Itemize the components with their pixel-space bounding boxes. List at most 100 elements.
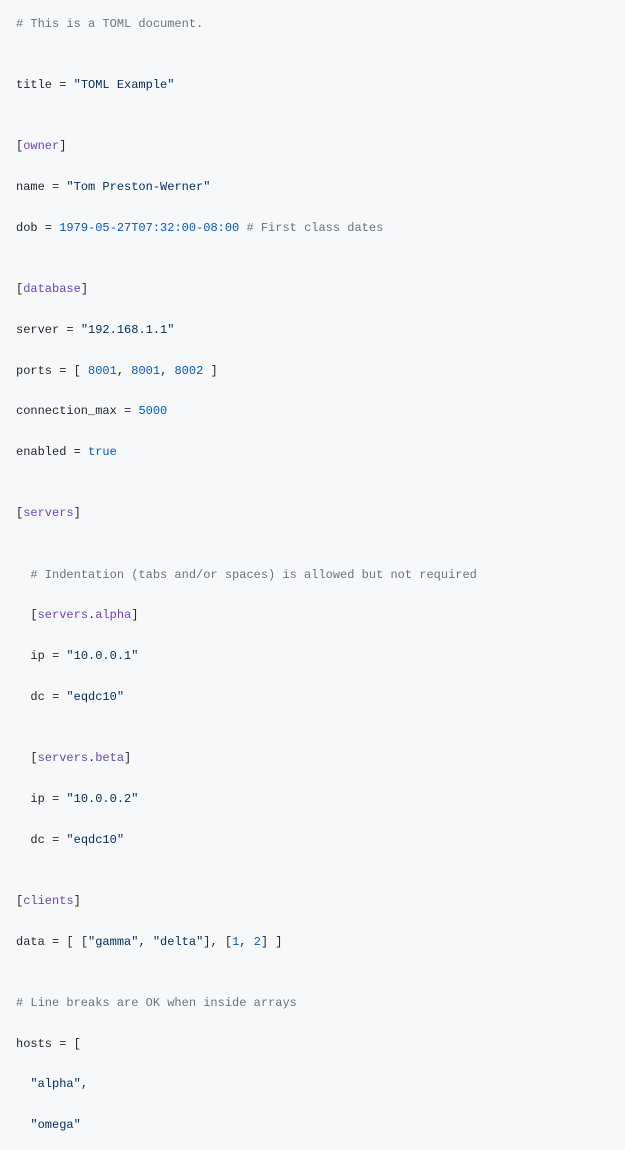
- number: 2: [254, 935, 261, 949]
- key: dc: [30, 833, 44, 847]
- indent: [16, 833, 30, 847]
- code-line: server = "192.168.1.1": [16, 320, 609, 340]
- comment: # This is a TOML document.: [16, 17, 203, 31]
- indent: [16, 1118, 30, 1132]
- string: "eqdc10": [66, 833, 124, 847]
- equals: =: [45, 833, 67, 847]
- string: "10.0.0.1": [66, 649, 138, 663]
- equals: =: [59, 323, 81, 337]
- number: 8001: [131, 364, 160, 378]
- bracket: ]: [124, 751, 131, 765]
- string: "gamma": [88, 935, 138, 949]
- key: name: [16, 180, 45, 194]
- table: owner: [23, 139, 59, 153]
- code-line: dob = 1979-05-27T07:32:00-08:00 # First …: [16, 218, 609, 238]
- number: 8002: [174, 364, 203, 378]
- equals: =: [45, 180, 67, 194]
- code-line: "alpha",: [16, 1074, 609, 1094]
- key: dob: [16, 221, 38, 235]
- indent: [16, 608, 30, 622]
- comma: ,: [138, 935, 152, 949]
- code-line: ip = "10.0.0.1": [16, 646, 609, 666]
- table: servers: [38, 608, 88, 622]
- key: connection_max: [16, 404, 117, 418]
- equals: =: [45, 649, 67, 663]
- dot: .: [88, 751, 95, 765]
- string: "delta": [153, 935, 203, 949]
- table: beta: [95, 751, 124, 765]
- comma: ,: [160, 364, 174, 378]
- bracket: ]: [203, 935, 210, 949]
- key: dc: [30, 690, 44, 704]
- indent: [16, 690, 30, 704]
- table: alpha: [95, 608, 131, 622]
- code-line: [servers]: [16, 503, 609, 523]
- code-line: hosts = [: [16, 1034, 609, 1054]
- table: servers: [38, 751, 88, 765]
- key: title: [16, 78, 52, 92]
- table: servers: [23, 506, 73, 520]
- string: "TOML Example": [74, 78, 175, 92]
- number: 5000: [138, 404, 167, 418]
- string: "192.168.1.1": [81, 323, 175, 337]
- comma: ,: [239, 935, 253, 949]
- bracket: [: [225, 935, 232, 949]
- code-line: [database]: [16, 279, 609, 299]
- dot: .: [88, 608, 95, 622]
- code-line: ports = [ 8001, 8001, 8002 ]: [16, 361, 609, 381]
- equals: =: [52, 364, 74, 378]
- bracket: [: [74, 364, 88, 378]
- comment: # First class dates: [246, 221, 383, 235]
- table: clients: [23, 894, 73, 908]
- indent: [16, 751, 30, 765]
- key: ip: [30, 649, 44, 663]
- bracket: ]: [74, 894, 81, 908]
- code-line: [servers.alpha]: [16, 605, 609, 625]
- key: ports: [16, 364, 52, 378]
- code-line: connection_max = 5000: [16, 401, 609, 421]
- key: ip: [30, 792, 44, 806]
- code-line: # Line breaks are OK when inside arrays: [16, 993, 609, 1013]
- equals: =: [52, 78, 74, 92]
- key: enabled: [16, 445, 66, 459]
- bracket: [: [74, 1037, 81, 1051]
- code-line: dc = "eqdc10": [16, 687, 609, 707]
- bracket: ]: [131, 608, 138, 622]
- string: "omega": [30, 1118, 80, 1132]
- code-line: # This is a TOML document.: [16, 14, 609, 34]
- bracket: ]: [81, 282, 88, 296]
- comment: # Line breaks are OK when inside arrays: [16, 996, 297, 1010]
- bracket: [: [81, 935, 88, 949]
- code-line: data = [ ["gamma", "delta"], [1, 2] ]: [16, 932, 609, 952]
- bracket: ]: [268, 935, 282, 949]
- bracket: [: [66, 935, 80, 949]
- equals: =: [117, 404, 139, 418]
- string: "eqdc10": [66, 690, 124, 704]
- bracket: [: [30, 751, 37, 765]
- code-line: [clients]: [16, 891, 609, 911]
- code-line: "omega": [16, 1115, 609, 1135]
- indent: [16, 792, 30, 806]
- equals: =: [66, 445, 88, 459]
- string: "10.0.0.2": [66, 792, 138, 806]
- bracket: ]: [74, 506, 81, 520]
- equals: =: [52, 1037, 74, 1051]
- indent: [16, 1077, 30, 1091]
- code-line: dc = "eqdc10": [16, 830, 609, 850]
- code-line: title = "TOML Example": [16, 75, 609, 95]
- boolean: true: [88, 445, 117, 459]
- code-line: enabled = true: [16, 442, 609, 462]
- bracket: ]: [203, 364, 217, 378]
- key: data: [16, 935, 45, 949]
- equals: =: [38, 221, 60, 235]
- comma: ,: [210, 935, 224, 949]
- bracket: [: [16, 894, 23, 908]
- number: 1: [232, 935, 239, 949]
- code-line: ip = "10.0.0.2": [16, 789, 609, 809]
- equals: =: [45, 792, 67, 806]
- code-line: [owner]: [16, 136, 609, 156]
- key: server: [16, 323, 59, 337]
- datetime: 1979-05-27T07:32:00-08:00: [59, 221, 239, 235]
- string: "alpha": [30, 1077, 80, 1091]
- string: "Tom Preston-Werner": [66, 180, 210, 194]
